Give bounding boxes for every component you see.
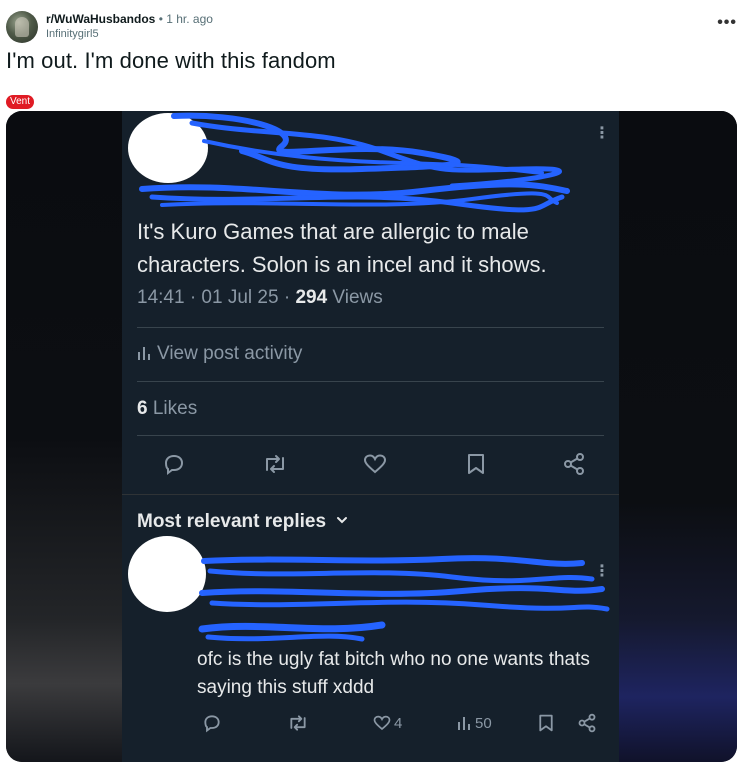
divider: [137, 327, 604, 328]
activity-label: View post activity: [157, 343, 303, 364]
flair-badge[interactable]: Vent: [6, 95, 35, 109]
tweet-meta: 14:41 · 01 Jul 25 · 294 Views: [137, 287, 383, 309]
divider: [137, 435, 604, 436]
tweet-text: It's Kuro Games that are allergic to mal…: [137, 219, 547, 277]
like-icon[interactable]: [362, 452, 388, 476]
reply-icon[interactable]: [162, 452, 186, 476]
replies-sort-dropdown[interactable]: Most relevant replies: [137, 511, 349, 533]
retweet-icon[interactable]: [262, 452, 288, 476]
bookmark-icon[interactable]: [465, 452, 487, 476]
post-title[interactable]: I'm out. I'm done with this fandom: [6, 48, 336, 74]
reply-like-icon[interactable]: [372, 714, 392, 732]
reply-share-icon[interactable]: [577, 713, 597, 733]
likes-label: Likes: [147, 398, 198, 419]
divider: [137, 381, 604, 382]
author-link[interactable]: Infinitygirl5: [46, 28, 99, 40]
subreddit-link[interactable]: r/WuWaHusbandos: [46, 12, 155, 26]
post-header: r/WuWaHusbandos • 1 hr. ago Infinitygirl…: [6, 8, 749, 44]
tweet-views-label: Views: [327, 287, 383, 308]
analytics-icon: [138, 347, 150, 360]
redaction-scribble-reply: [198, 555, 610, 642]
blurred-backdrop-left: [6, 111, 124, 762]
reply-views-count: 50: [475, 715, 492, 732]
tweet-more-icon[interactable]: ⋮: [594, 126, 610, 142]
reply-more-icon[interactable]: ⋮: [594, 564, 610, 580]
reply-views-icon[interactable]: [457, 715, 473, 731]
subreddit-avatar[interactable]: [6, 11, 38, 43]
reply-like-count: 4: [394, 715, 403, 732]
more-options-button[interactable]: •••: [717, 14, 737, 32]
blurred-backdrop-right: [619, 111, 737, 762]
reply-text: ofc is the ugly fat bitch who no one wan…: [197, 649, 590, 698]
replies-header: Most relevant replies: [137, 511, 327, 532]
reply-retweet-icon[interactable]: [287, 713, 309, 733]
likes-summary[interactable]: 6 Likes: [137, 398, 197, 420]
separator-dot: •: [158, 12, 163, 26]
subreddit-line: r/WuWaHusbandos • 1 hr. ago: [46, 12, 213, 26]
share-icon[interactable]: [562, 452, 586, 476]
redaction-scribble-author: [139, 112, 570, 213]
tweet-views-count: 294: [295, 287, 328, 308]
likes-count: 6: [137, 398, 148, 419]
tweet-timestamp: 14:41 · 01 Jul 25 ·: [137, 287, 296, 308]
reply-bookmark-icon[interactable]: [537, 713, 555, 733]
reply-reply-icon[interactable]: [202, 713, 222, 733]
view-post-activity[interactable]: View post activity: [137, 343, 302, 365]
post-time: 1 hr. ago: [166, 12, 213, 26]
section-separator: [122, 494, 619, 495]
post-image[interactable]: ⋮ It's Kuro Games that are allergic to m…: [6, 111, 737, 762]
chevron-down-icon: [337, 517, 348, 524]
tweet-screenshot: ⋮ It's Kuro Games that are allergic to m…: [122, 111, 619, 762]
